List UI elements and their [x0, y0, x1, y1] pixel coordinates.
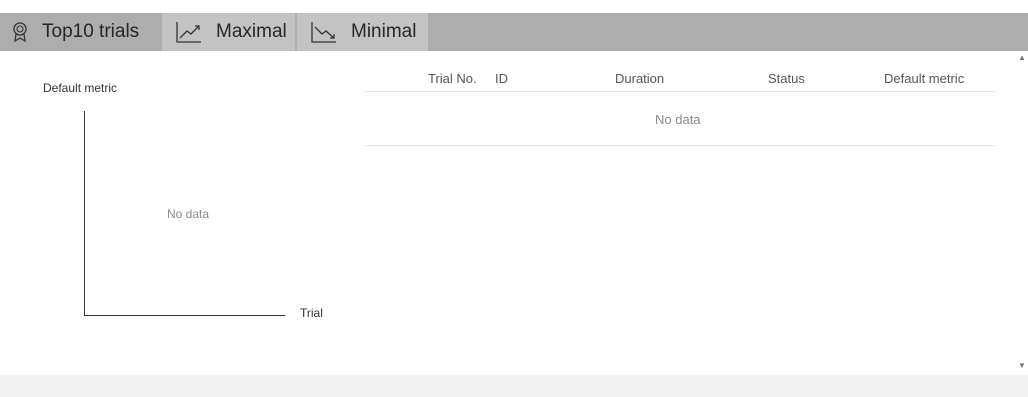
column-header-default-metric[interactable]: Default metric — [884, 71, 964, 86]
tab-top10-trials[interactable]: Top10 trials — [0, 13, 160, 51]
tab-maximal[interactable]: Maximal — [162, 13, 295, 51]
tab-top10-label: Top10 trials — [42, 21, 140, 42]
scroll-down-arrow-icon[interactable]: ▼ — [1018, 362, 1026, 370]
tab-bar: Top10 trials Maximal Minimal — [0, 13, 1028, 51]
scroll-up-arrow-icon[interactable]: ▲ — [1018, 54, 1026, 62]
content-panel — [0, 51, 1028, 375]
table-bottom-divider — [365, 145, 995, 146]
chart-x-axis-label: Trial — [300, 306, 323, 320]
ribbon-icon — [10, 21, 30, 43]
tab-minimal[interactable]: Minimal — [297, 13, 428, 51]
tab-maximal-label: Maximal — [216, 21, 287, 42]
chart-x-axis — [84, 315, 285, 316]
column-header-duration[interactable]: Duration — [615, 71, 664, 86]
trend-down-icon — [311, 21, 337, 43]
column-header-trial-no[interactable]: Trial No. — [428, 71, 477, 86]
table-empty-message: No data — [655, 112, 701, 127]
chart-y-axis-label: Default metric — [43, 81, 118, 95]
trend-up-icon — [176, 21, 202, 43]
vertical-scrollbar[interactable] — [1015, 51, 1028, 375]
column-header-status[interactable]: Status — [768, 71, 805, 86]
tab-minimal-label: Minimal — [351, 21, 417, 42]
footer-bar — [0, 375, 1028, 397]
chart-y-axis — [84, 111, 85, 315]
column-header-id[interactable]: ID — [495, 71, 508, 86]
table-header-divider — [365, 91, 995, 92]
chart-empty-message: No data — [167, 207, 210, 221]
